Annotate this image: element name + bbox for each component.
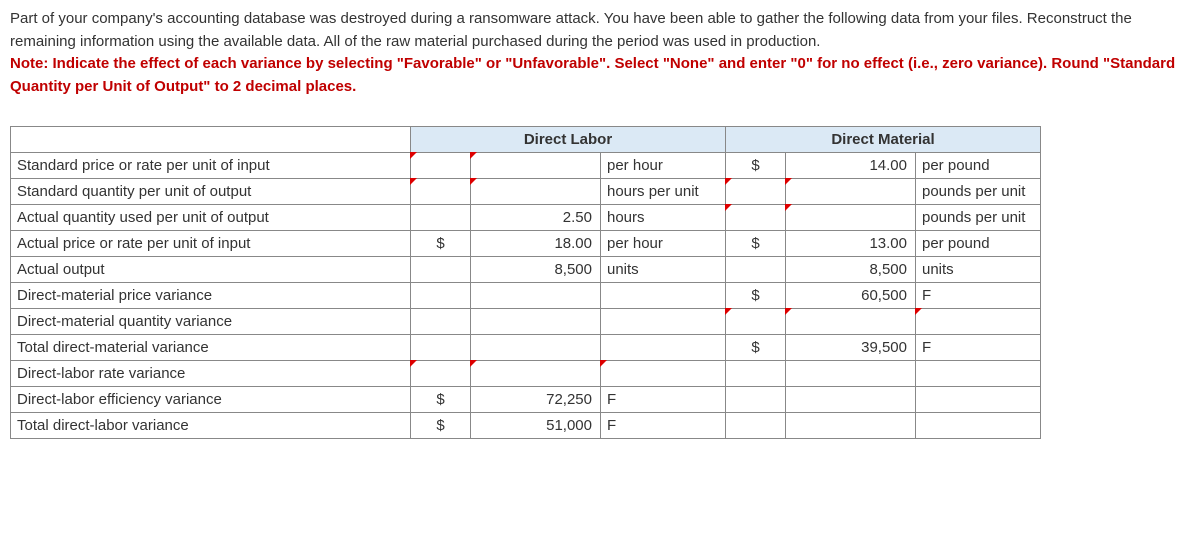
dm-currency: $ — [726, 153, 786, 179]
row-dm-price-variance: Direct-material price variance $ 60,500 … — [11, 283, 1041, 309]
dm-unit: per pound — [916, 153, 1041, 179]
dm-unit: pounds per unit — [916, 205, 1041, 231]
dm-currency-input[interactable] — [726, 309, 786, 335]
instructions-block: Part of your company's accounting databa… — [10, 8, 1176, 98]
dm-unit — [916, 413, 1041, 439]
dl-unit: per hour — [601, 231, 726, 257]
dm-value — [786, 413, 916, 439]
instructions-note: Note: Indicate the effect of each varian… — [10, 55, 1175, 95]
dl-currency-input[interactable] — [411, 153, 471, 179]
dm-value — [786, 387, 916, 413]
row-actual-output: Actual output 8,500 units 8,500 units — [11, 257, 1041, 283]
row-label: Total direct-labor variance — [11, 413, 411, 439]
dm-currency: $ — [726, 335, 786, 361]
dl-unit: F — [601, 413, 726, 439]
dm-value-input[interactable] — [786, 179, 916, 205]
dl-currency — [411, 257, 471, 283]
dl-value — [471, 335, 601, 361]
header-direct-labor: Direct Labor — [411, 127, 726, 153]
dl-currency — [411, 205, 471, 231]
dm-unit — [916, 387, 1041, 413]
dl-currency — [411, 335, 471, 361]
dm-unit: F — [916, 283, 1041, 309]
row-label: Standard quantity per unit of output — [11, 179, 411, 205]
dm-currency-input[interactable] — [726, 179, 786, 205]
dm-value: 13.00 — [786, 231, 916, 257]
row-total-dm-variance: Total direct-material variance $ 39,500 … — [11, 335, 1041, 361]
row-label: Actual quantity used per unit of output — [11, 205, 411, 231]
row-actual-qty: Actual quantity used per unit of output … — [11, 205, 1041, 231]
dl-currency — [411, 283, 471, 309]
dm-currency-input[interactable] — [726, 205, 786, 231]
row-label: Direct-material quantity variance — [11, 309, 411, 335]
dm-currency — [726, 361, 786, 387]
dl-unit — [601, 283, 726, 309]
dl-value-input[interactable] — [471, 179, 601, 205]
dl-currency-input[interactable] — [411, 179, 471, 205]
dm-currency — [726, 413, 786, 439]
dl-currency-input[interactable] — [411, 361, 471, 387]
dl-value: 18.00 — [471, 231, 601, 257]
row-label: Total direct-material variance — [11, 335, 411, 361]
dm-value — [786, 361, 916, 387]
row-label: Direct-labor efficiency variance — [11, 387, 411, 413]
dm-value-input[interactable] — [786, 205, 916, 231]
dm-unit: per pound — [916, 231, 1041, 257]
row-label: Standard price or rate per unit of input — [11, 153, 411, 179]
header-direct-material: Direct Material — [726, 127, 1041, 153]
variance-table: Direct Labor Direct Material Standard pr… — [10, 126, 1041, 439]
dl-value: 72,250 — [471, 387, 601, 413]
dm-unit: units — [916, 257, 1041, 283]
dl-currency: $ — [411, 231, 471, 257]
dl-unit-select[interactable] — [601, 361, 726, 387]
row-dl-rate-variance: Direct-labor rate variance — [11, 361, 1041, 387]
row-label: Actual price or rate per unit of input — [11, 231, 411, 257]
row-label: Actual output — [11, 257, 411, 283]
dl-unit: units — [601, 257, 726, 283]
dl-value-input[interactable] — [471, 361, 601, 387]
dm-currency — [726, 257, 786, 283]
dm-value-input[interactable] — [786, 309, 916, 335]
dl-value: 8,500 — [471, 257, 601, 283]
dm-unit: pounds per unit — [916, 179, 1041, 205]
row-actual-price: Actual price or rate per unit of input $… — [11, 231, 1041, 257]
dm-currency: $ — [726, 283, 786, 309]
row-dm-qty-variance: Direct-material quantity variance — [11, 309, 1041, 335]
dm-unit — [916, 361, 1041, 387]
dl-unit — [601, 309, 726, 335]
dm-value: 39,500 — [786, 335, 916, 361]
row-std-qty: Standard quantity per unit of output hou… — [11, 179, 1041, 205]
dl-currency: $ — [411, 387, 471, 413]
dm-value: 14.00 — [786, 153, 916, 179]
dl-unit: hours per unit — [601, 179, 726, 205]
dm-value: 60,500 — [786, 283, 916, 309]
row-label: Direct-material price variance — [11, 283, 411, 309]
dl-value — [471, 283, 601, 309]
dm-currency: $ — [726, 231, 786, 257]
dm-unit-select[interactable] — [916, 309, 1041, 335]
dl-value-input[interactable] — [471, 153, 601, 179]
dl-value — [471, 309, 601, 335]
header-row: Direct Labor Direct Material — [11, 127, 1041, 153]
row-label: Direct-labor rate variance — [11, 361, 411, 387]
row-total-dl-variance: Total direct-labor variance $ 51,000 F — [11, 413, 1041, 439]
dl-unit: F — [601, 387, 726, 413]
dm-unit: F — [916, 335, 1041, 361]
dl-currency: $ — [411, 413, 471, 439]
dl-unit — [601, 335, 726, 361]
dl-value: 2.50 — [471, 205, 601, 231]
dl-currency — [411, 309, 471, 335]
dm-currency — [726, 387, 786, 413]
dl-value: 51,000 — [471, 413, 601, 439]
header-blank — [11, 127, 411, 153]
row-dl-eff-variance: Direct-labor efficiency variance $ 72,25… — [11, 387, 1041, 413]
row-std-price: Standard price or rate per unit of input… — [11, 153, 1041, 179]
dl-unit: per hour — [601, 153, 726, 179]
instructions-text: Part of your company's accounting databa… — [10, 10, 1132, 50]
dm-value: 8,500 — [786, 257, 916, 283]
dl-unit: hours — [601, 205, 726, 231]
